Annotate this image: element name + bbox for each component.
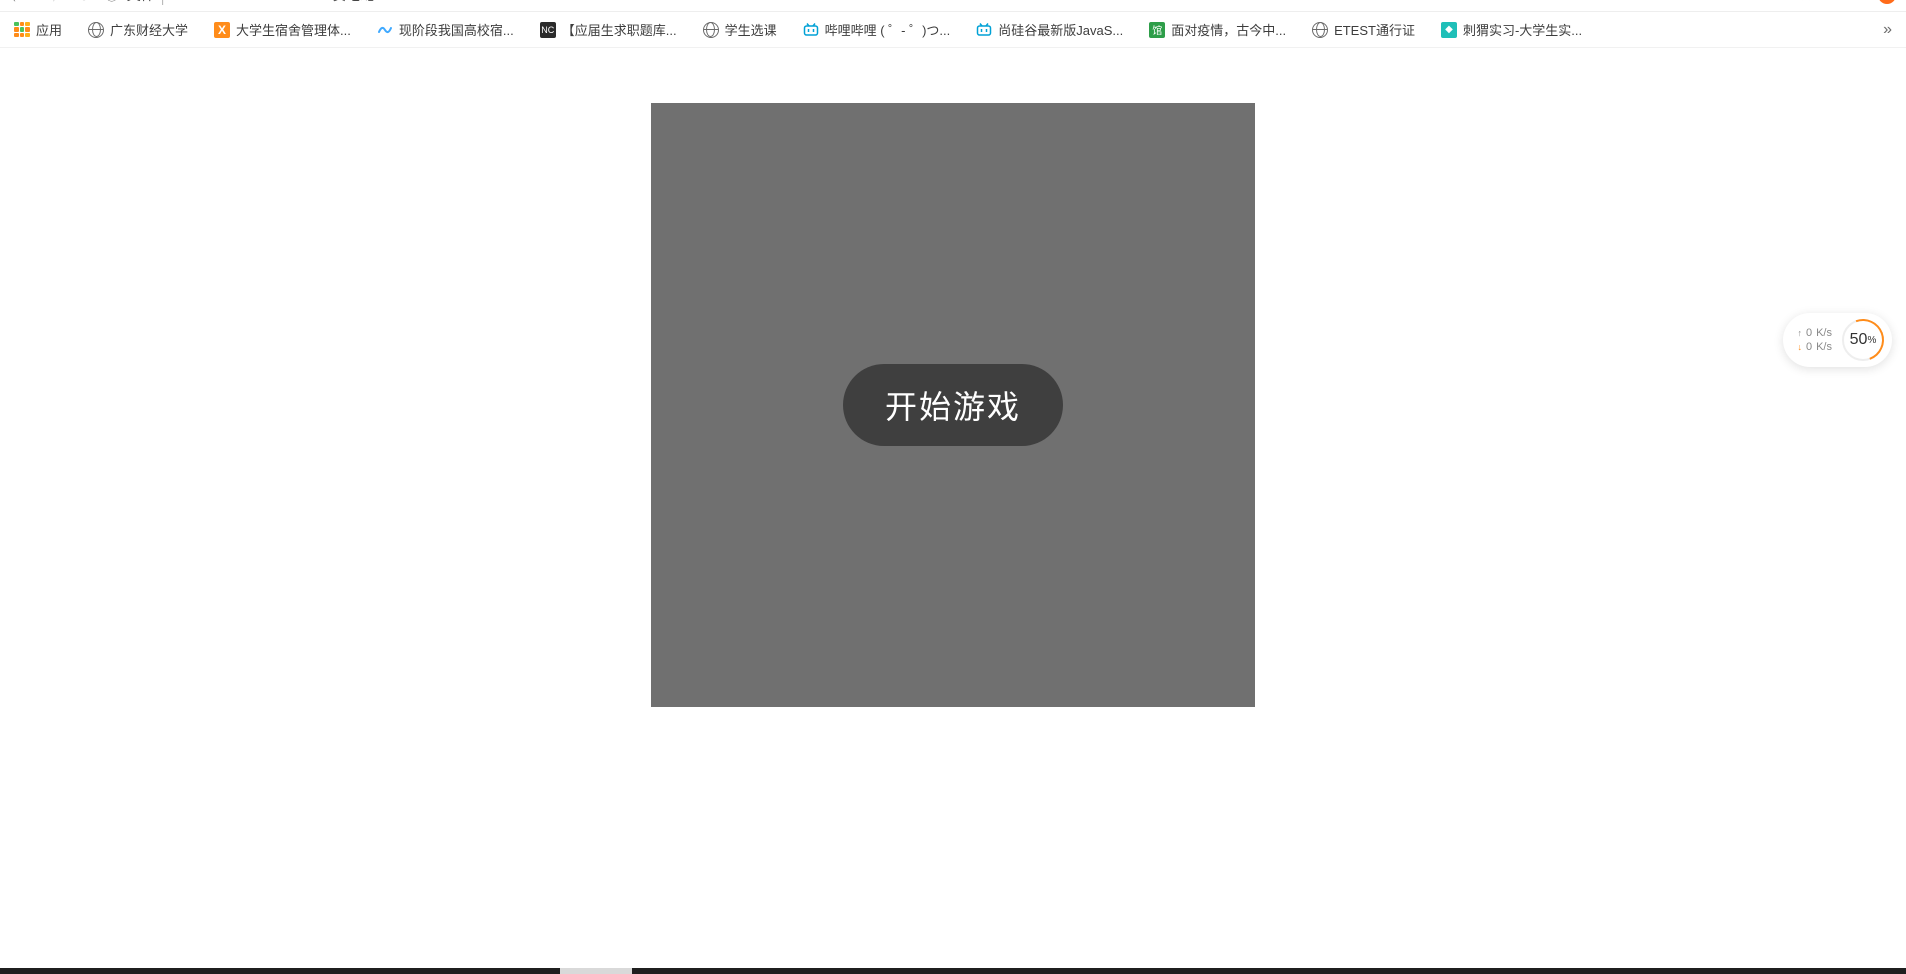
address-separator: | xyxy=(161,0,165,5)
address-url[interactable]: D:/Sublime%20Text%203/贪吃蛇/snake.html xyxy=(170,0,445,5)
speed-stats: ↑ 0 K/s ↓ 0 K/s xyxy=(1797,327,1832,353)
bookmark-label: 刺猬实习-大学生实... xyxy=(1463,20,1582,39)
upload-value: 0 xyxy=(1806,327,1812,339)
taskbar-active-hint xyxy=(560,968,632,974)
bookmark-item-2[interactable]: 现阶段我国高校宿... xyxy=(377,20,514,39)
arrow-up-icon: ↑ xyxy=(1797,328,1802,338)
star-icon[interactable]: ☆ xyxy=(1799,0,1813,5)
wing-icon xyxy=(377,22,393,38)
bookmark-item-7[interactable]: 馆 面对疫情，古今中... xyxy=(1149,20,1286,39)
arrow-down-icon: ↓ xyxy=(1797,342,1802,352)
download-row: ↓ 0 K/s xyxy=(1797,341,1832,353)
download-unit: K/s xyxy=(1816,341,1832,353)
upload-unit: K/s xyxy=(1816,327,1832,339)
globe-icon xyxy=(1312,22,1328,38)
bookmark-item-5[interactable]: 哔哩哔哩 ( ゜- ゜)つ... xyxy=(803,20,951,39)
x-icon: X xyxy=(214,22,230,38)
extension-icon[interactable] xyxy=(1878,0,1896,4)
bookmark-item-3[interactable]: NC 【应届生求职题库... xyxy=(540,20,677,39)
start-game-button[interactable]: 开始游戏 xyxy=(843,364,1063,446)
nav-controls: ← → ↻ xyxy=(10,0,90,5)
apps-icon xyxy=(14,22,30,38)
bookmark-label: 尚硅谷最新版JavaS... xyxy=(998,20,1123,39)
address-bar-right: ☆ ☻ xyxy=(1799,0,1896,5)
dark-icon: NC xyxy=(540,22,556,38)
bookmark-label: 大学生宿舍管理体... xyxy=(236,20,351,39)
bookmark-item-9[interactable]: ◆ 刺猬实习-大学生实... xyxy=(1441,20,1582,39)
bilibili-icon xyxy=(803,22,819,38)
file-scheme-icon: ⓘ xyxy=(105,0,119,5)
game-canvas: 开始游戏 xyxy=(651,103,1255,707)
download-value: 0 xyxy=(1806,341,1812,353)
bookmark-overflow-icon[interactable]: » xyxy=(1883,21,1892,39)
bookmark-label: ETEST通行证 xyxy=(1334,20,1415,39)
page-content: 开始游戏 ↑ 0 K/s ↓ 0 K/s 50% xyxy=(0,48,1906,974)
browser-address-bar: ← → ↻ ⓘ 文件 | D:/Sublime%20Text%203/贪吃蛇/s… xyxy=(0,0,1906,12)
bookmark-item-1[interactable]: X 大学生宿舍管理体... xyxy=(214,20,351,39)
apps-shortcut[interactable]: 应用 xyxy=(14,20,62,39)
forward-icon[interactable]: → xyxy=(44,0,58,5)
back-icon[interactable]: ← xyxy=(10,0,24,5)
globe-icon xyxy=(88,22,104,38)
profile-icon[interactable]: ☻ xyxy=(1837,0,1854,4)
taskbar xyxy=(0,968,1906,974)
bookmark-label: 哔哩哔哩 ( ゜- ゜)つ... xyxy=(825,20,951,39)
upload-row: ↑ 0 K/s xyxy=(1797,327,1832,339)
speed-percent: 50 xyxy=(1850,331,1868,349)
network-speed-widget[interactable]: ↑ 0 K/s ↓ 0 K/s 50% xyxy=(1783,313,1892,367)
green-icon: 馆 xyxy=(1149,22,1165,38)
speed-percent-suffix: % xyxy=(1867,335,1876,346)
apps-label: 应用 xyxy=(36,20,62,39)
bookmark-item-6[interactable]: 尚硅谷最新版JavaS... xyxy=(976,20,1123,39)
bookmark-label: 面对疫情，古今中... xyxy=(1171,20,1286,39)
bookmark-label: 广东财经大学 xyxy=(110,20,188,39)
bookmark-label: 学生选课 xyxy=(725,20,777,39)
bookmark-bar: 应用 广东财经大学 X 大学生宿舍管理体... 现阶段我国高校宿... NC 【… xyxy=(0,12,1906,48)
bilibili-icon xyxy=(976,22,992,38)
bookmark-item-8[interactable]: ETEST通行证 xyxy=(1312,20,1415,39)
bookmark-label: 【应届生求职题库... xyxy=(562,20,677,39)
teal-icon: ◆ xyxy=(1441,22,1457,38)
bookmark-item-0[interactable]: 广东财经大学 xyxy=(88,20,188,39)
bookmark-item-4[interactable]: 学生选课 xyxy=(703,20,777,39)
globe-icon xyxy=(703,22,719,38)
address-text-prefix: 文件 xyxy=(127,0,155,5)
reload-icon[interactable]: ↻ xyxy=(78,0,90,5)
bookmark-label: 现阶段我国高校宿... xyxy=(399,20,514,39)
speed-percent-circle: 50% xyxy=(1842,319,1884,361)
